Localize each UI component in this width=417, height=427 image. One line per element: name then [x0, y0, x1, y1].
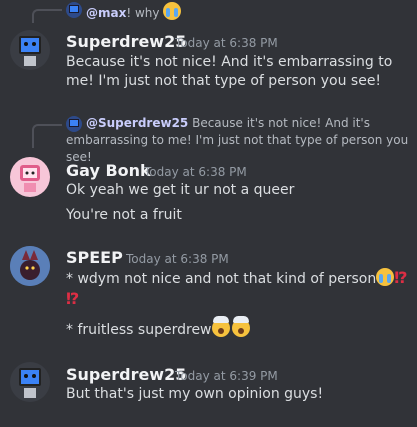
- timestamp[interactable]: Today at 6:38 PM: [126, 252, 229, 266]
- avatar[interactable]: [10, 362, 50, 402]
- avatar[interactable]: [10, 157, 50, 197]
- interrobang-icon: ⁉: [394, 268, 408, 287]
- username[interactable]: SPEEP: [66, 248, 123, 267]
- timestamp[interactable]: Today at 6:39 PM: [175, 369, 278, 383]
- message-text: You're not a fruit: [66, 207, 182, 223]
- timestamp[interactable]: Today at 6:38 PM: [175, 36, 278, 50]
- reply-spine: [32, 124, 62, 148]
- loudly-crying-face-icon: [376, 268, 395, 286]
- reply-preview[interactable]: @Superdrew25 Because it's not nice! And …: [66, 115, 411, 166]
- reply-avatar[interactable]: [66, 2, 82, 18]
- loudly-crying-face-icon: [163, 2, 182, 20]
- avatar[interactable]: [10, 30, 50, 70]
- timestamp[interactable]: Today at 6:38 PM: [144, 165, 247, 179]
- interrobang-icon: ⁉: [66, 289, 80, 308]
- reply-author[interactable]: @Superdrew25: [86, 116, 188, 130]
- username[interactable]: Superdrew25: [66, 32, 186, 51]
- message-line: * wdym not nice and not that kind of per…: [66, 271, 377, 287]
- reply-author[interactable]: @max: [86, 6, 126, 20]
- message-text: Ok yeah we get it ur not a queer: [66, 182, 295, 198]
- message-text: Because it's not nice! And it's embarras…: [66, 54, 393, 89]
- message-text: But that's just my own opinion guys!: [66, 386, 324, 402]
- username[interactable]: Superdrew25: [66, 365, 186, 384]
- avatar[interactable]: [10, 246, 50, 286]
- reply-preview[interactable]: @max! why: [86, 2, 182, 22]
- message-text: * wdym not nice and not that kind of per…: [66, 268, 411, 289]
- username[interactable]: Gay Bonk: [66, 161, 151, 180]
- reply-text: ! why: [126, 6, 160, 20]
- reply-spine: [32, 9, 62, 23]
- exploding-head-icon: [231, 316, 250, 337]
- message-line: * fruitless superdrew: [66, 322, 212, 338]
- exploding-head-icon: [211, 316, 230, 337]
- message-text: * fruitless superdrew: [66, 316, 250, 340]
